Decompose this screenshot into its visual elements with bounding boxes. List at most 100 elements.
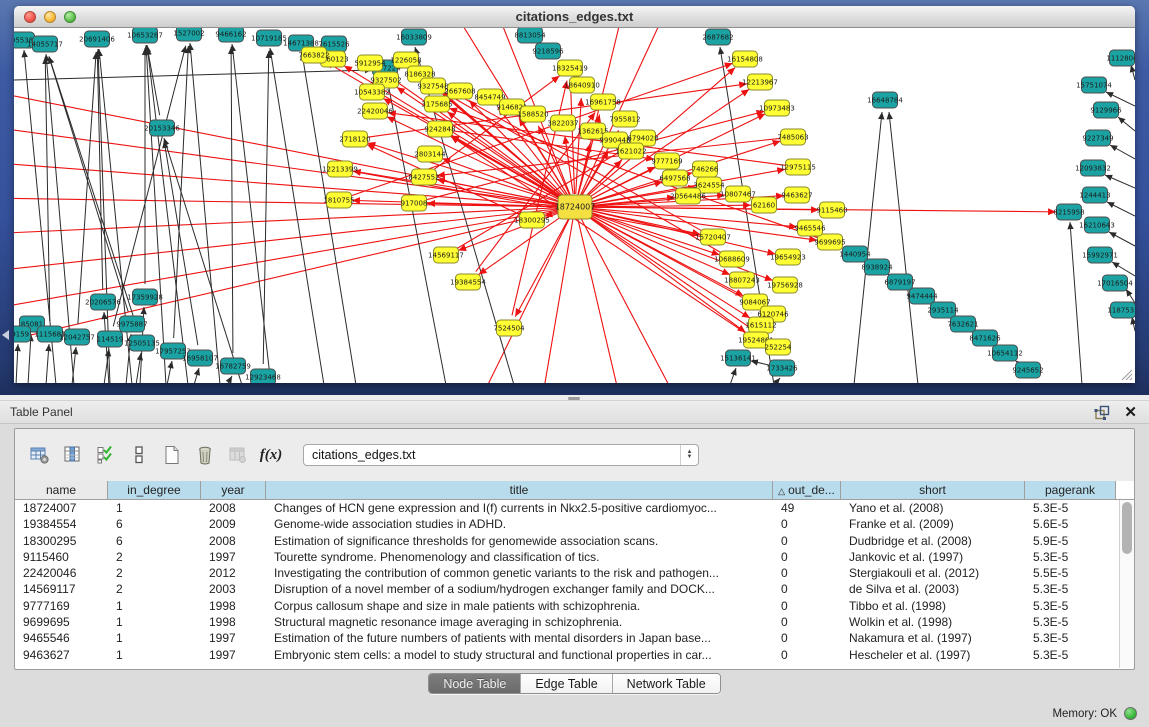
delete-table-icon[interactable] xyxy=(194,444,216,466)
table-cell[interactable]: Dudbridge et al. (2008) xyxy=(841,533,1025,549)
citation-edge-black[interactable] xyxy=(167,361,172,383)
column-header-out_de[interactable]: △out_de... xyxy=(773,481,841,499)
zoom-window-icon[interactable] xyxy=(64,11,76,23)
graph-node-12923468[interactable]: 12923468 xyxy=(245,369,281,383)
citation-edge-black[interactable] xyxy=(1112,262,1135,276)
table-cell[interactable]: 1998 xyxy=(201,598,266,614)
citation-edge-black[interactable] xyxy=(1110,145,1135,159)
graph-node-16648784[interactable]: 16648784 xyxy=(867,92,903,108)
citation-edge-red[interactable] xyxy=(539,207,575,383)
graph-node-9777169[interactable]: 9777169 xyxy=(651,153,682,169)
table-cell[interactable]: 5.9E-5 xyxy=(1025,533,1116,549)
graph-node-15136141[interactable]: 15136141 xyxy=(720,350,756,366)
graph-node-16782759[interactable]: 16782759 xyxy=(215,358,251,374)
graph-node-746266[interactable]: 746266 xyxy=(692,161,719,177)
graph-node-14569117[interactable]: 14569117 xyxy=(428,247,464,263)
graph-node-1112804[interactable]: 1112804 xyxy=(1106,50,1135,66)
table-cell[interactable]: Disruption of a novel member of a sodium… xyxy=(266,581,773,597)
network-window[interactable]: citations_edges.txt 18724007205538014055… xyxy=(14,6,1135,383)
graph-node-9975887[interactable]: 9975887 xyxy=(116,316,147,332)
graph-node-20153346[interactable]: 20153346 xyxy=(144,120,180,136)
table-cell[interactable]: Franke et al. (2009) xyxy=(841,516,1025,532)
table-cell[interactable]: Investigating the contribution of common… xyxy=(266,565,773,581)
table-cell[interactable]: 0 xyxy=(773,565,841,581)
citation-edge-black[interactable] xyxy=(232,44,271,383)
tab-edge-table[interactable]: Edge Table xyxy=(521,674,612,693)
graph-node-2667608[interactable]: 2667608 xyxy=(444,83,475,99)
citation-edge-black[interactable] xyxy=(46,344,49,383)
network-canvas[interactable]: 1872400720553801405571720691406106532871… xyxy=(14,28,1135,383)
table-cell[interactable]: Nakamura et al. (1997) xyxy=(841,630,1025,646)
graph-node-8427552[interactable]: 8427552 xyxy=(408,169,439,185)
citation-edge-black[interactable] xyxy=(113,46,186,327)
table-cell[interactable]: 5.3E-5 xyxy=(1025,549,1116,565)
graph-node-9115460[interactable]: 9115460 xyxy=(816,202,847,218)
column-header-year[interactable]: year xyxy=(201,481,266,499)
graph-node-12213399[interactable]: 12213399 xyxy=(322,161,358,177)
table-row[interactable]: 946554611997Estimation of the future num… xyxy=(15,630,1134,646)
graph-node-917008[interactable]: 917008 xyxy=(401,195,428,211)
citation-edge-black[interactable] xyxy=(1131,65,1135,80)
citation-edge-red[interactable] xyxy=(575,207,682,383)
column-header-title[interactable]: title xyxy=(266,481,773,499)
citation-edge-red[interactable] xyxy=(14,207,575,234)
citation-edge-red[interactable] xyxy=(387,117,564,202)
graph-node-17359928[interactable]: 17359928 xyxy=(127,289,163,305)
graph-node-19384554[interactable]: 19384554 xyxy=(450,274,486,290)
graph-node-1621022[interactable]: 1621022 xyxy=(615,143,646,159)
table-cell[interactable]: 0 xyxy=(773,647,841,663)
graph-node-9465546[interactable]: 9465546 xyxy=(794,220,826,236)
citation-edge-black[interactable] xyxy=(774,378,780,383)
graph-node-2803144[interactable]: 2803144 xyxy=(414,146,446,162)
graph-node-7485063[interactable]: 7485063 xyxy=(777,129,808,145)
citation-edge-black[interactable] xyxy=(1109,232,1135,246)
table-cell[interactable]: 14569117 xyxy=(15,581,108,597)
graph-node-1810755[interactable]: 1810755 xyxy=(323,192,354,208)
graph-node-18300295[interactable]: 18300295 xyxy=(514,212,550,228)
citation-network-graph[interactable]: 1872400720553801405571720691406106532871… xyxy=(14,28,1135,383)
graph-node-6497568[interactable]: 6497568 xyxy=(659,170,690,186)
graph-node-7632621[interactable]: 7632621 xyxy=(947,316,978,332)
graph-node-9218596[interactable]: 9218596 xyxy=(532,43,564,59)
table-cell[interactable]: 1 xyxy=(108,647,201,663)
column-header-short[interactable]: short xyxy=(841,481,1025,499)
table-cell[interactable]: 5.3E-5 xyxy=(1025,630,1116,646)
graph-node-2718120[interactable]: 2718120 xyxy=(339,131,370,147)
tab-network-table[interactable]: Network Table xyxy=(613,674,720,693)
table-cell[interactable]: 2009 xyxy=(201,516,266,532)
graph-node-8813054[interactable]: 8813054 xyxy=(514,28,546,43)
graph-node-10654112[interactable]: 10654112 xyxy=(987,345,1023,361)
table-cell[interactable]: Corpus callosum shape and size in male p… xyxy=(266,598,773,614)
table-cell[interactable]: 1998 xyxy=(201,614,266,630)
graph-node-12213967[interactable]: 12213967 xyxy=(742,74,778,90)
citation-edge-red[interactable] xyxy=(14,207,575,272)
table-cell[interactable]: 9699695 xyxy=(15,614,108,630)
column-checklist-icon[interactable] xyxy=(95,444,117,466)
graph-node-10653287[interactable]: 10653287 xyxy=(127,28,163,43)
table-cell[interactable]: Tibbo et al. (1998) xyxy=(841,598,1025,614)
column-header-pagerank[interactable]: pagerank xyxy=(1025,481,1116,499)
graph-node-3822037[interactable]: 3822037 xyxy=(547,115,578,131)
graph-node-1733426[interactable]: 1733426 xyxy=(766,360,798,376)
table-cell[interactable]: Stergiakouli et al. (2012) xyxy=(841,565,1025,581)
close-panel-icon[interactable]: ✕ xyxy=(1124,405,1137,420)
graph-node-12042757[interactable]: 12042757 xyxy=(59,329,95,345)
graph-node-17016504[interactable]: 17016504 xyxy=(1097,275,1133,291)
graph-node-19654923[interactable]: 19654923 xyxy=(770,249,806,265)
vertical-scrollbar[interactable] xyxy=(1119,500,1134,668)
scrollbar-thumb[interactable] xyxy=(1122,502,1132,554)
graph-node-9466162[interactable]: 9466162 xyxy=(215,28,246,42)
graph-node-3175685[interactable]: 3175685 xyxy=(421,96,452,112)
table-cell[interactable]: 9463627 xyxy=(15,647,108,663)
graph-node-19756928[interactable]: 19756928 xyxy=(767,277,803,293)
graph-node-9463627[interactable]: 9463627 xyxy=(781,187,812,203)
toggle-columns-icon[interactable] xyxy=(62,444,84,466)
graph-node-7663822[interactable]: 7663822 xyxy=(298,47,329,63)
table-cell[interactable]: 5.3E-5 xyxy=(1025,581,1116,597)
graph-node-12975115[interactable]: 12975115 xyxy=(780,159,816,175)
table-cell[interactable]: 0 xyxy=(773,630,841,646)
column-header-in_degree[interactable]: in_degree xyxy=(108,481,201,499)
table-cell[interactable]: 1 xyxy=(108,614,201,630)
citation-edge-black[interactable] xyxy=(263,51,269,364)
graph-node-252254[interactable]: 252254 xyxy=(765,339,792,355)
